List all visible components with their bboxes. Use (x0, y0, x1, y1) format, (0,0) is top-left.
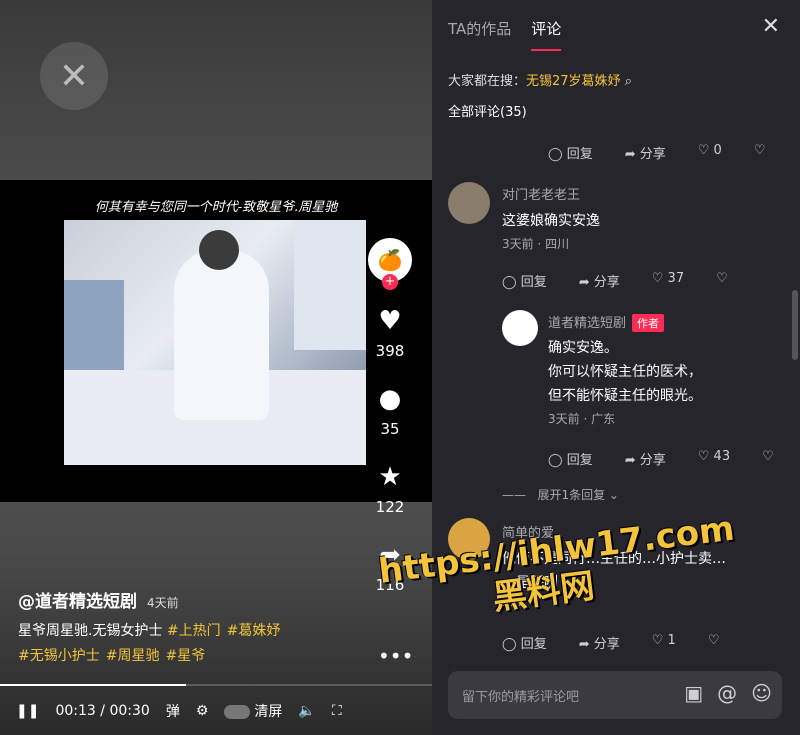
share-button[interactable]: ➦ 分享 (625, 449, 682, 468)
video-caption: 何其有幸与您同一个时代-致敬星爷.周星驰 (94, 200, 338, 215)
author-badge: 作者 (632, 314, 665, 332)
like-action[interactable]: ♥ 398 (376, 306, 405, 360)
hashtag[interactable]: #无锡小护士 (18, 648, 100, 664)
comment-count: 35 (380, 420, 400, 438)
share-button[interactable]: ➦ 分享 (579, 633, 636, 652)
desc-text: 星爷周星驰.无锡女护士 (18, 623, 163, 639)
settings-icon[interactable]: ⚙ (196, 703, 209, 719)
video-player[interactable]: ✕ 何其有幸与您同一个时代-致敬星爷.周星驰 🍊 + ♥ 398 ● 35 ★ 122 … (0, 0, 432, 735)
favorite-action[interactable]: ★ 122 (376, 462, 405, 516)
reply-button[interactable]: ◯ 回复 (548, 143, 609, 162)
comment-meta: 3天前 · 四川 (502, 237, 570, 251)
hashtag[interactable]: #葛姝妤 (227, 623, 281, 639)
comment-meta: 3天前 · 广东 (548, 412, 616, 426)
like-count: 398 (375, 342, 405, 360)
hashtag[interactable]: #周星驰 (106, 648, 160, 664)
input-icons: ▣ @ ☺ (670, 681, 772, 705)
comment-input[interactable]: 留下你的精彩评论吧 ▣ @ ☺ (448, 671, 782, 719)
expand-replies[interactable]: —— 展开1条回复 ⌄ (502, 486, 619, 503)
comment-panel: TA的作品 评论 ✕ 大家都在搜：无锡27岁葛姝妤 ⌕ 全部评论(35) ◯ 回… (432, 0, 800, 735)
comment-action[interactable]: ● 35 (379, 384, 402, 438)
mention-icon[interactable]: @ (717, 681, 737, 705)
search-icon[interactable]: ⌕ (621, 74, 632, 89)
fullscreen-icon[interactable]: ⛶ (332, 703, 342, 719)
dislike-icon[interactable]: ♡ (708, 633, 720, 652)
progress-fill (0, 684, 186, 686)
post-time: 4天前 (147, 596, 179, 610)
comment-icon[interactable]: ● (379, 384, 402, 414)
commenter-name[interactable]: 道者精选短剧 作者 (548, 312, 778, 332)
like-button[interactable]: ♡ 1 (652, 633, 692, 652)
commenter-name[interactable]: 对门老老老王 (502, 184, 600, 203)
hashtag[interactable]: #上热门 (167, 623, 221, 639)
danmaku-icon[interactable]: 弹 (166, 701, 180, 721)
image-icon[interactable]: ▣ (684, 681, 703, 705)
follow-plus-icon[interactable]: + (382, 274, 398, 290)
favorite-count: 122 (375, 498, 405, 516)
trending-search: 大家都在搜：无锡27岁葛姝妤 ⌕ (448, 74, 632, 89)
avatar[interactable] (448, 182, 490, 224)
clear-screen-toggle[interactable]: 清屏 (224, 701, 282, 721)
comment-actions: ◯ 回复 ➦ 分享 ♡ 0 ♡ (548, 143, 781, 162)
comment-actions: ◯ 回复 ➦ 分享 ♡ 43 ♡ (548, 449, 790, 468)
panel-tabs: TA的作品 评论 (448, 18, 581, 51)
comment-placeholder: 留下你的精彩评论吧 (462, 690, 580, 705)
reply-button[interactable]: ◯ 回复 (502, 633, 563, 652)
heart-icon[interactable]: ♥ (378, 306, 401, 336)
close-icon[interactable]: ✕ (762, 14, 780, 39)
star-icon[interactable]: ★ (378, 462, 401, 492)
author-avatar[interactable]: 🍊 + (368, 238, 412, 290)
author-line: @道者精选短剧 4天前 (18, 587, 179, 612)
dislike-icon[interactable]: ♡ (754, 143, 766, 162)
like-button[interactable]: ♡ 37 (652, 271, 700, 290)
comment-actions: ◯ 回复 ➦ 分享 ♡ 37 ♡ (502, 271, 744, 290)
video-description: 星爷周星驰.无锡女护士 #上热门 #葛姝妤 #无锡小护士 #周星驰 #星爷 (18, 619, 348, 669)
comment-text: 确实安逸。 你可以怀疑主任的医术， 但不能怀疑主任的眼光。 (548, 340, 702, 404)
video-image (64, 220, 366, 465)
dislike-icon[interactable]: ♡ (762, 449, 774, 468)
share-button[interactable]: ➦ 分享 (579, 271, 636, 290)
progress-bar[interactable] (0, 684, 432, 686)
side-actions: 🍊 + ♥ 398 ● 35 ★ 122 ➦ 116 (364, 238, 416, 594)
comment-text: 这婆娘确实安逸 (502, 213, 600, 229)
author-name[interactable]: @道者精选短剧 (18, 592, 137, 612)
tab-works[interactable]: TA的作品 (448, 18, 511, 51)
player-controls: ❚❚ 00:13 / 00:30 弹 ⚙ 清屏 🔈 ⛶ (0, 696, 432, 726)
like-button[interactable]: ♡ 43 (698, 449, 746, 468)
pause-icon[interactable]: ❚❚ (16, 703, 39, 719)
volume-icon[interactable]: 🔈 (298, 703, 315, 719)
reply-button[interactable]: ◯ 回复 (502, 271, 563, 290)
hashtag[interactable]: #星爷 (165, 648, 205, 664)
all-comments-count: 全部评论(35) (448, 105, 527, 120)
share-button[interactable]: ➦ 分享 (625, 143, 682, 162)
close-icon[interactable]: ✕ (40, 42, 108, 110)
emoji-icon[interactable]: ☺ (751, 681, 772, 705)
reply-button[interactable]: ◯ 回复 (548, 449, 609, 468)
search-keyword[interactable]: 无锡27岁葛姝妤 (526, 74, 621, 89)
like-button[interactable]: ♡ 0 (698, 143, 738, 162)
tab-comments[interactable]: 评论 (531, 18, 562, 51)
dislike-icon[interactable]: ♡ (716, 271, 728, 290)
scrollbar[interactable] (792, 290, 798, 360)
comment-actions: ◯ 回复 ➦ 分享 ♡ 1 ♡ (502, 633, 735, 652)
time-display: 00:13 / 00:30 (55, 703, 150, 719)
avatar[interactable] (502, 310, 538, 346)
more-icon[interactable]: ••• (378, 644, 413, 668)
